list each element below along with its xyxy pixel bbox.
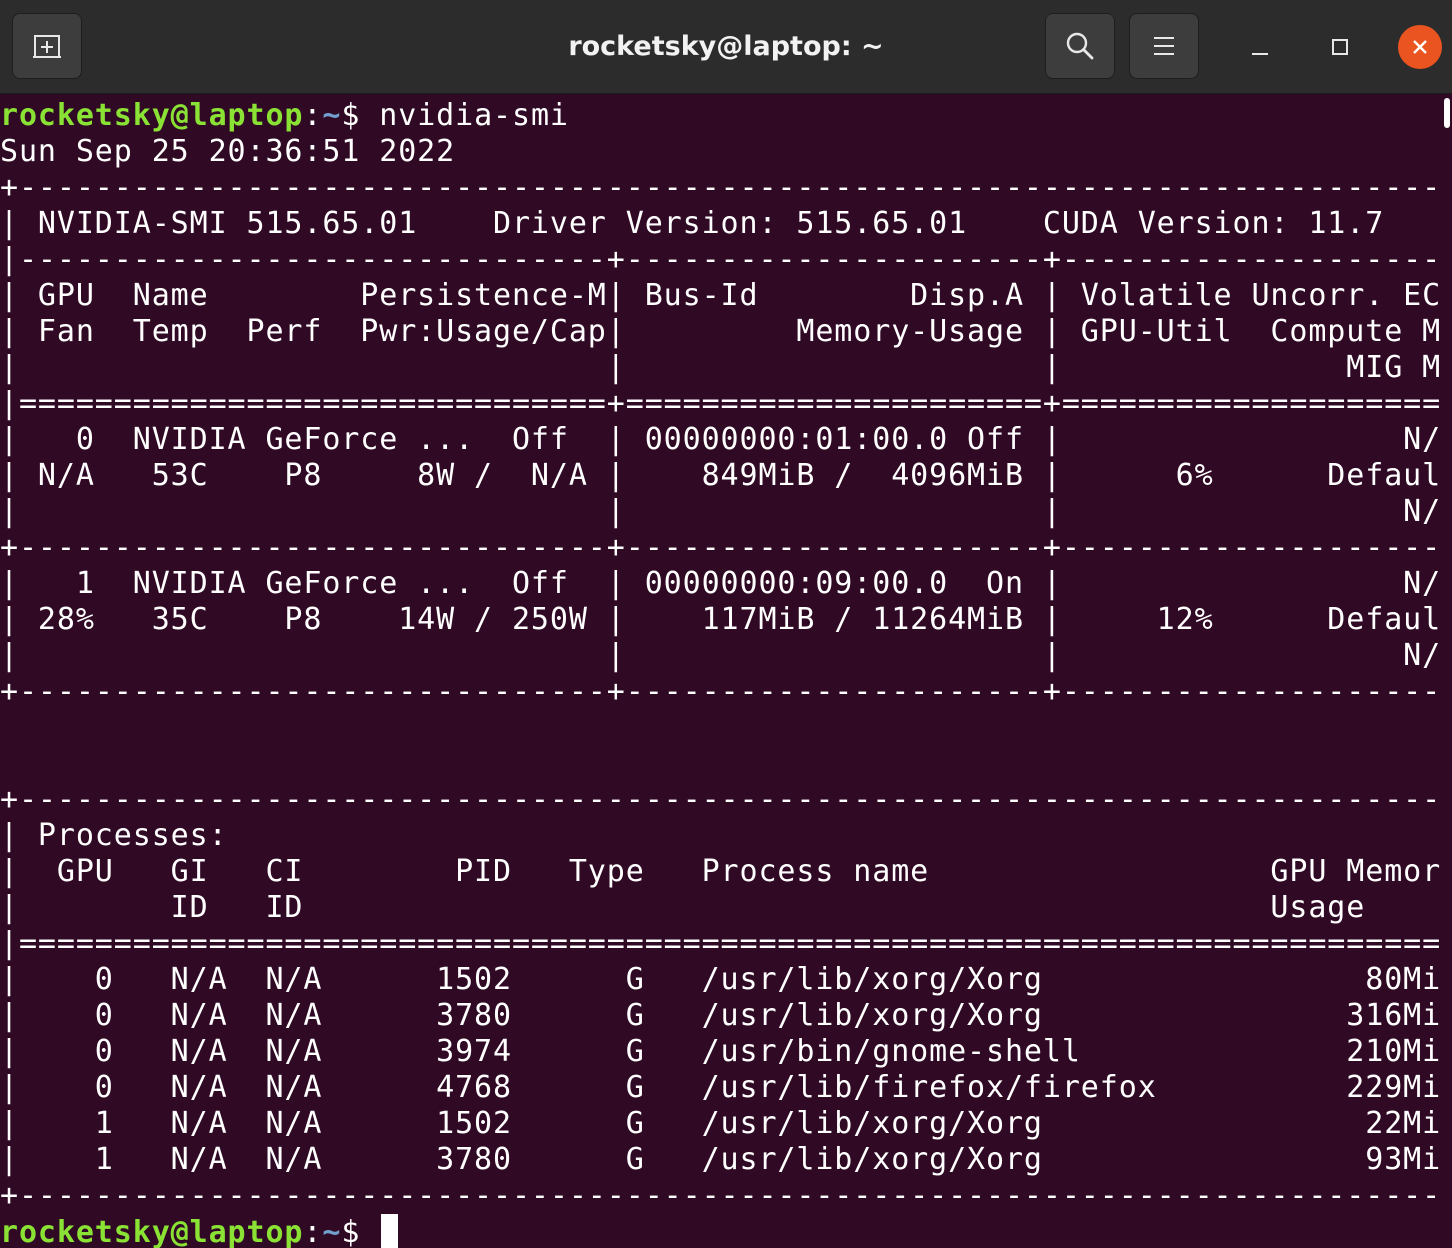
search-icon [1066,32,1094,60]
output-line: Sun Sep 25 20:36:51 2022 [0,134,456,169]
scrollbar-thumb[interactable] [1444,98,1450,128]
maximize-icon [1332,39,1348,55]
title-bar[interactable]: rocketsky@laptop: ~ [0,0,1452,94]
output-line: +---------------------------------------… [0,170,1440,205]
close-icon [1413,40,1427,54]
prompt-dollar: $ [341,1215,380,1248]
search-button[interactable] [1045,13,1115,79]
prompt-path: ~ [322,1215,342,1248]
terminal-output[interactable]: rocketsky@laptop:~$ nvidia-smi Sun Sep 2… [0,98,1440,1248]
output-line: | 1 NVIDIA GeForce ... Off | 00000000:09… [0,566,1440,601]
prompt-colon: : [303,1215,323,1248]
window-title: rocketsky@laptop: ~ [568,31,884,62]
output-line: | 1 N/A N/A 1502 G /usr/lib/xorg/Xorg 22… [0,1106,1440,1141]
new-tab-button[interactable] [12,13,82,79]
new-tab-icon [33,35,61,58]
output-line: | 0 N/A N/A 3974 G /usr/bin/gnome-shell … [0,1034,1440,1069]
command-prompt-line: rocketsky@laptop:~$ nvidia-smi [0,98,569,134]
output-line: |===============================+=======… [0,386,1440,421]
output-line: | ID ID Usage | [0,890,1440,925]
prompt-user-host: rocketsky@laptop [0,98,304,133]
output-line: +---------------------------------------… [0,782,1440,817]
output-line: | Processes: | [0,818,1440,853]
maximize-button[interactable] [1318,25,1362,69]
text-cursor [381,1214,399,1248]
output-line: | GPU GI CI PID Type Process name GPU Me… [0,854,1440,889]
output-line: | Fan Temp Perf Pwr:Usage/Cap| Memory-Us… [0,314,1440,349]
output-line: | 0 N/A N/A 1502 G /usr/lib/xorg/Xorg 80… [0,962,1440,997]
output-line: | GPU Name Persistence-M| Bus-Id Disp.A … [0,278,1440,313]
menu-button[interactable] [1129,13,1199,79]
output-line: | 0 N/A N/A 3780 G /usr/lib/xorg/Xorg 31… [0,998,1440,1033]
output-line: | N/A 53C P8 8W / N/A | 849MiB / 4096MiB… [0,458,1440,493]
output-line: | | | N/A | [0,494,1440,529]
output-line: +---------------------------------------… [0,1178,1440,1213]
prompt-user-host: rocketsky@laptop [0,1215,304,1248]
output-line: +-------------------------------+-------… [0,530,1440,565]
output-line: | 28% 35C P8 14W / 250W | 117MiB / 11264… [0,602,1440,637]
output-line: |-------------------------------+-------… [0,242,1440,277]
minimize-button[interactable] [1238,25,1282,69]
output-line: +-------------------------------+-------… [0,674,1440,709]
close-button[interactable] [1398,25,1442,69]
hamburger-menu-icon [1154,37,1174,55]
active-prompt-line[interactable]: rocketsky@laptop:~$ [0,1214,399,1248]
prompt-path: ~ [322,98,342,133]
output-line: | 0 N/A N/A 4768 G /usr/lib/firefox/fire… [0,1070,1440,1105]
output-line: | | | MIG M. | [0,350,1440,385]
output-line: | | | N/A | [0,638,1440,673]
minimize-icon [1252,53,1268,55]
output-line: | 0 NVIDIA GeForce ... Off | 00000000:01… [0,422,1440,457]
prompt-dollar: $ [341,98,380,133]
output-line: |=======================================… [0,926,1440,961]
terminal-scrollbar[interactable] [1442,98,1452,1248]
output-line: | 1 N/A N/A 3780 G /usr/lib/xorg/Xorg 93… [0,1142,1440,1177]
prompt-colon: : [303,98,323,133]
output-line: | NVIDIA-SMI 515.65.01 Driver Version: 5… [0,206,1440,241]
command-text: nvidia-smi [379,98,569,133]
